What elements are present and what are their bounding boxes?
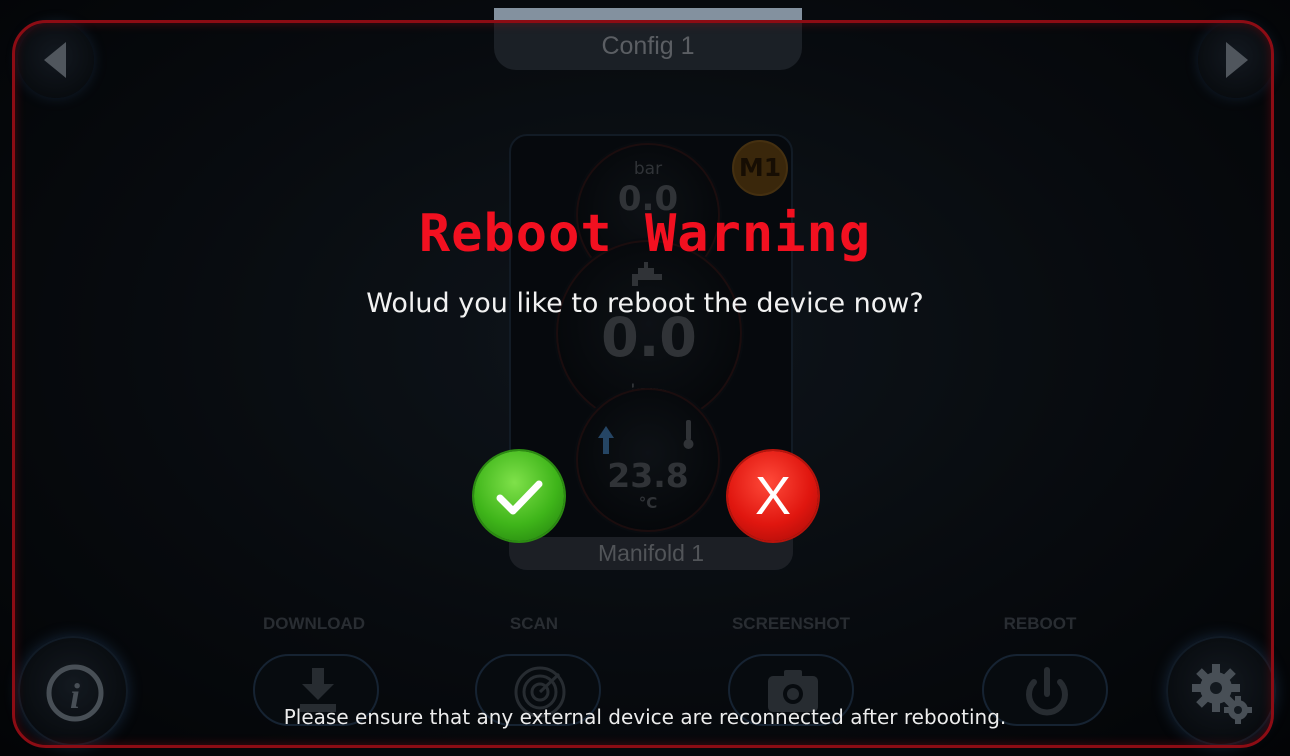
dialog-overlay: [0, 0, 1290, 756]
dialog-title: Reboot Warning: [418, 204, 872, 264]
dialog-message: Wolud you like to reboot the device now?: [366, 288, 924, 319]
cancel-reboot-button[interactable]: X: [728, 451, 818, 541]
checkmark-icon: [496, 480, 543, 515]
reconnect-notice: Please ensure that any external device a…: [283, 705, 1007, 729]
confirm-reboot-button[interactable]: [474, 451, 564, 541]
